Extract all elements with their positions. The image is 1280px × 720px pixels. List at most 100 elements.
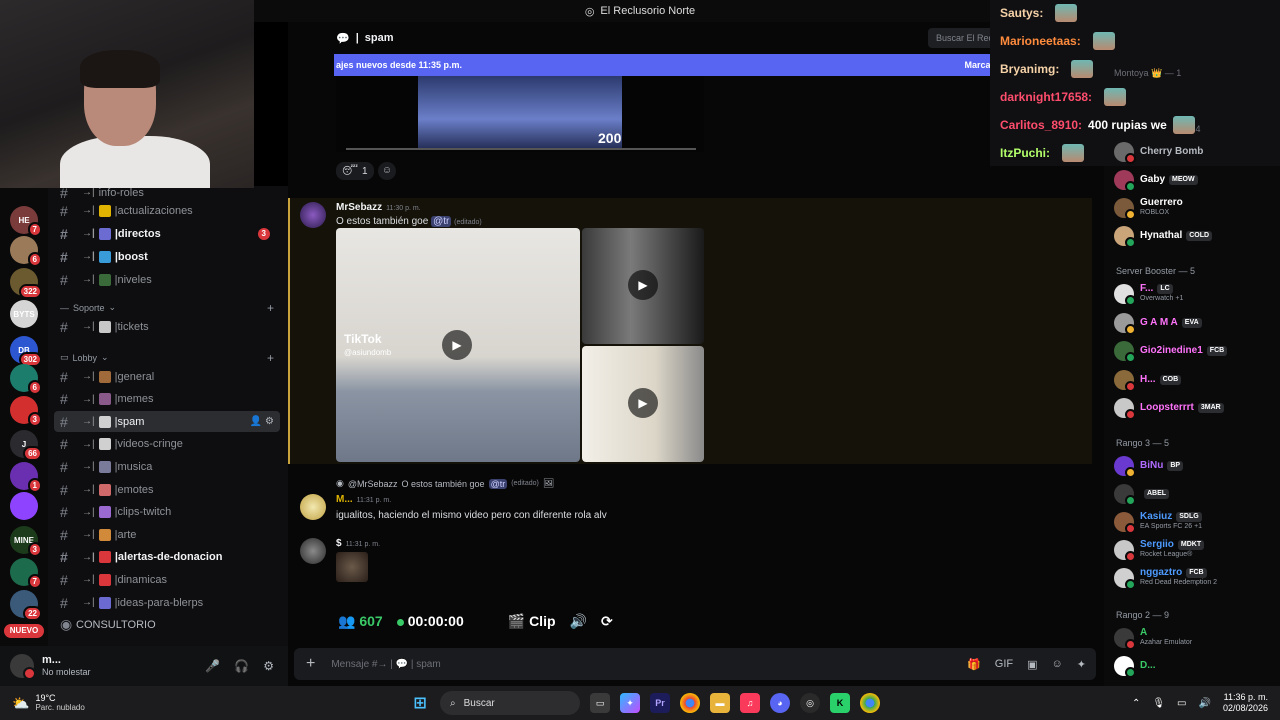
message-composer[interactable]: + Mensaje #→ | 💬 | spam 🎁 GIF ▣ ☺ ✦ [294, 648, 1096, 680]
server-icon-9[interactable] [10, 492, 38, 520]
server-icon-10[interactable]: MINE 3 [10, 526, 42, 557]
channel-spam[interactable]: # →| | spam 👤 ⚙ [54, 411, 280, 433]
voice-channel-consultorio[interactable]: ◉ CONSULTORIO [54, 614, 280, 635]
microphone-icon[interactable]: 🎙 [1152, 698, 1165, 709]
gift-icon[interactable]: 🎁 [967, 658, 981, 671]
message-input[interactable]: Mensaje #→ | 💬 | spam [331, 659, 440, 670]
clip-button[interactable]: 🎬 Clip [508, 613, 556, 630]
server-icon-12[interactable]: 22 [10, 590, 42, 621]
headphones-icon[interactable]: 🎧 [234, 659, 249, 673]
kick-icon[interactable]: K [830, 693, 850, 713]
microphone-icon[interactable]: 🎤 [205, 659, 220, 673]
channel-clips-twitch[interactable]: # →| | clips-twitch [54, 502, 280, 523]
task-view-icon[interactable]: ▭ [590, 693, 610, 713]
file-explorer-icon[interactable]: ▬ [710, 693, 730, 713]
network-icon[interactable]: ▭ [1177, 698, 1186, 709]
member-row[interactable]: Guerrero ROBLOX [1114, 196, 1278, 220]
member-row[interactable]: D... [1114, 654, 1278, 678]
video-attachment-1[interactable]: ▶ [582, 228, 704, 344]
sticker-icon[interactable]: ▣ [1027, 658, 1037, 671]
channel-niveles[interactable]: # →| | niveles [54, 269, 280, 290]
mention[interactable]: @tr [431, 216, 452, 227]
server-icon-3[interactable]: BYTS [10, 300, 38, 328]
member-row[interactable]: G A M A EVA [1114, 311, 1278, 335]
new-badge[interactable]: NUEVO [4, 624, 44, 638]
premiere-icon[interactable]: Pr [650, 693, 670, 713]
video-attachment-large[interactable]: TikTok @asiundomb ▶ [336, 228, 580, 462]
avatar[interactable] [10, 654, 36, 680]
add-member-icon[interactable]: 👤 [250, 416, 262, 427]
system-clock[interactable]: 11:36 p. m. 02/08/2026 [1223, 692, 1268, 714]
video-attachment-2[interactable]: ▶ [582, 346, 704, 462]
play-icon[interactable]: ▶ [442, 330, 472, 360]
add-attachment-icon[interactable]: + [306, 655, 315, 673]
member-row[interactable]: Hynathal COLD [1114, 224, 1278, 248]
gear-icon[interactable]: ⚙ [265, 416, 274, 427]
server-icon-0[interactable]: HE 7 [10, 206, 42, 237]
channel-actualizaciones[interactable]: # →| | actualizaciones [54, 200, 280, 221]
play-icon[interactable]: ▶ [628, 388, 658, 418]
reply-reference[interactable]: ◉ @MrSebazz O estos también goe @tr (edi… [336, 478, 554, 489]
add-reaction-icon[interactable]: ☺ [378, 162, 396, 180]
refresh-icon[interactable]: ⟳ [601, 613, 613, 630]
member-row[interactable]: Kasiuz SDLG EA Sports FC 26 +1 [1114, 510, 1278, 534]
gif-icon[interactable]: GIF [995, 658, 1013, 671]
channel-directos[interactable]: # →| | directos 3 [54, 223, 280, 244]
discord-icon[interactable]: ◕ [770, 693, 790, 713]
member-row[interactable]: Gio2inedine1 FCB [1114, 339, 1278, 363]
server-icon-6[interactable]: 3 [10, 396, 42, 427]
channel-dinamicas[interactable]: # →| | dinamicas [54, 569, 280, 590]
server-icon-4[interactable]: DB 302 [10, 336, 42, 367]
server-icon-11[interactable]: 7 [10, 558, 42, 589]
message-author[interactable]: MrSebazz 11:30 p. m. [336, 202, 421, 213]
avatar[interactable] [300, 494, 326, 520]
chrome-profile-icon[interactable] [860, 693, 880, 713]
avatar[interactable] [300, 538, 326, 564]
play-icon[interactable]: ▶ [628, 270, 658, 300]
member-row[interactable]: A Azahar Emulator [1114, 626, 1278, 650]
avatar[interactable] [300, 202, 326, 228]
member-row[interactable]: Loopsterrrt 3MAR [1114, 396, 1278, 420]
apps-icon[interactable]: ✦ [1077, 658, 1086, 671]
windows-start-icon[interactable]: ⊞ [410, 693, 430, 713]
member-row[interactable]: F... LC Overwatch +1 [1114, 282, 1278, 306]
channel-arte[interactable]: # →| | arte [54, 524, 280, 545]
channel-tickets[interactable]: # →| | tickets [54, 316, 280, 337]
channel-videos-cringe[interactable]: # →| | videos-cringe [54, 434, 280, 455]
server-icon-2[interactable]: 322 [10, 268, 42, 299]
channel-alertas-de-donacion[interactable]: # →| | alertas-de-donacion [54, 547, 280, 568]
member-row[interactable]: Cherry Bomb [1114, 140, 1278, 164]
chevron-up-icon[interactable]: ⌃ [1132, 698, 1140, 709]
video-progress-bar[interactable] [346, 148, 696, 150]
channel-general[interactable]: # →| | general [54, 366, 280, 387]
taskbar-search[interactable]: ⌕ Buscar [440, 691, 580, 715]
volume-icon[interactable]: 🔊 [570, 613, 587, 630]
server-icon-5[interactable]: 6 [10, 364, 42, 395]
member-row[interactable]: H... COB [1114, 368, 1278, 392]
gear-icon[interactable]: ⚙ [263, 659, 274, 673]
member-row[interactable]: BiNu BP [1114, 454, 1278, 478]
add-channel-icon[interactable]: + [267, 301, 274, 315]
member-row[interactable]: ABEL [1114, 482, 1278, 506]
channel-memes[interactable]: # →| | memes [54, 389, 280, 410]
channel-boost[interactable]: # →| | boost [54, 246, 280, 267]
new-messages-bar[interactable]: ajes nuevos desde 11:35 p.m. Marcar como… [334, 54, 1104, 76]
reaction-button[interactable]: 😴 1 [336, 162, 374, 180]
emoji-icon[interactable]: ☺ [1052, 658, 1063, 671]
add-channel-icon[interactable]: + [267, 351, 274, 365]
member-row[interactable]: Sergiio MDKT Rocket League® [1114, 538, 1278, 562]
music-icon[interactable]: ♫ [740, 693, 760, 713]
member-row[interactable]: nggaztro FCB Red Dead Redemption 2 [1114, 566, 1278, 590]
channel-emotes[interactable]: # →| | emotes [54, 479, 280, 500]
weather-widget[interactable]: ⛅ 19°C Parc. nublado [12, 693, 85, 713]
member-row[interactable]: Gaby MEOW [1114, 168, 1278, 192]
channel-ideas-para-blerps[interactable]: # →| | ideas-para-blerps [54, 592, 280, 613]
obs-icon[interactable]: ◎ [800, 693, 820, 713]
volume-icon[interactable]: 🔊 [1199, 698, 1211, 709]
video-embed-top[interactable]: 200 [336, 76, 704, 152]
sticker-image[interactable] [336, 552, 368, 582]
server-icon-8[interactable]: 1 [10, 462, 42, 493]
server-icon-7[interactable]: J 66 [10, 430, 42, 461]
category-lobby[interactable]: ▭ Lobby ⌄ + [60, 351, 280, 365]
message-author[interactable]: M... 11:31 p. m. [336, 494, 391, 505]
